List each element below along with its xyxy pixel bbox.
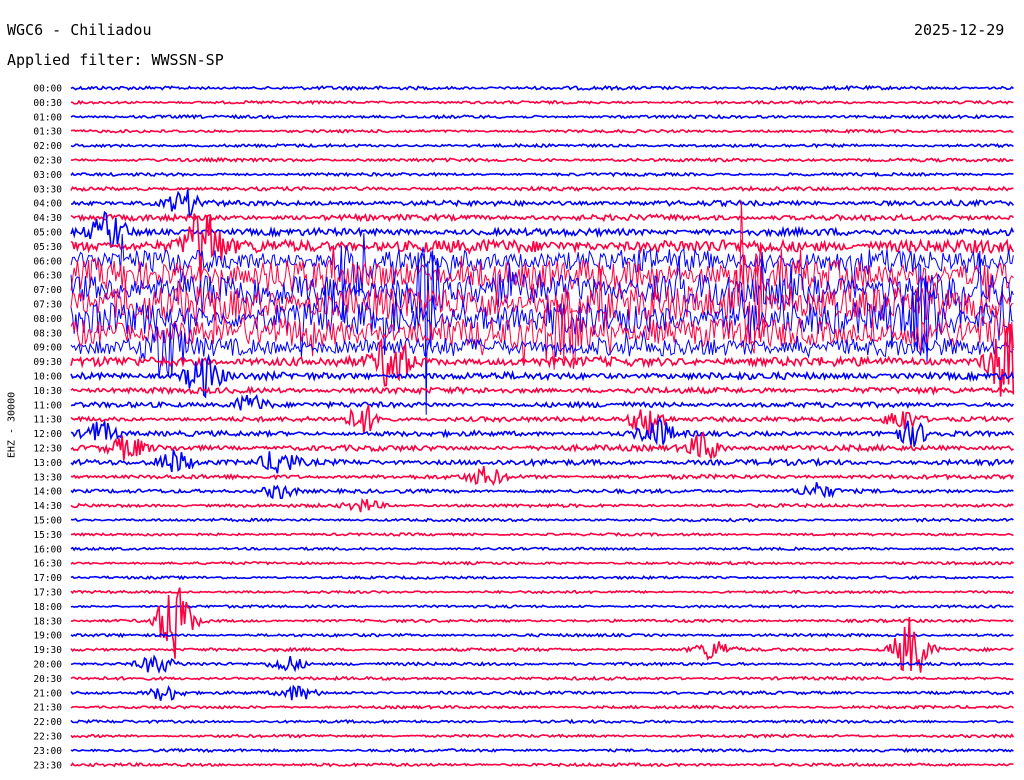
time-label-1930: 19:30 <box>33 645 62 656</box>
time-label-0600: 06:00 <box>33 256 62 267</box>
time-label-0330: 03:30 <box>33 184 62 195</box>
trace-row-2130 <box>70 704 1014 710</box>
time-label-0930: 09:30 <box>33 357 62 368</box>
time-label-1130: 11:30 <box>33 415 62 426</box>
trace-row-1300 <box>70 449 1015 474</box>
trace-row-2300 <box>70 747 1014 754</box>
trace-row-1630 <box>70 560 1014 566</box>
time-label-1630: 16:30 <box>33 559 62 570</box>
trace-row-1400 <box>70 482 1014 500</box>
time-label-2030: 20:30 <box>33 674 62 685</box>
trace-row-1530 <box>71 531 1014 538</box>
time-label-1000: 10:00 <box>33 372 62 383</box>
trace-row-2330 <box>70 761 1014 768</box>
trace-row-0000 <box>70 84 1014 92</box>
time-label-1200: 12:00 <box>33 429 62 440</box>
time-label-1430: 14:30 <box>33 501 62 512</box>
trace-row-0030 <box>71 99 1014 106</box>
time-label-0200: 02:00 <box>33 141 62 152</box>
time-label-0500: 05:00 <box>33 228 62 239</box>
trace-row-2030 <box>70 675 1014 682</box>
time-label-1600: 16:00 <box>33 544 62 555</box>
time-label-2330: 23:30 <box>33 760 62 771</box>
time-label-0730: 07:30 <box>33 300 62 311</box>
trace-row-1030 <box>70 385 1014 396</box>
trace-row-0400 <box>71 189 1015 218</box>
time-label-0430: 04:30 <box>33 213 62 224</box>
trace-row-1200 <box>70 417 1015 447</box>
time-label-1300: 13:00 <box>33 458 62 469</box>
trace-row-1900 <box>70 632 1014 639</box>
trace-row-0330 <box>70 185 1014 193</box>
trace-row-0130 <box>70 128 1014 135</box>
trace-row-1230 <box>70 430 1014 461</box>
time-label-1100: 11:00 <box>33 400 62 411</box>
time-label-0100: 01:00 <box>33 112 62 123</box>
time-label-1330: 13:30 <box>33 472 62 483</box>
time-label-0400: 04:00 <box>33 199 62 210</box>
trace-row-1700 <box>70 574 1014 581</box>
trace-row-0200 <box>70 142 1014 149</box>
time-label-1700: 17:00 <box>33 573 62 584</box>
helicorder-plot: 00:00 00:30 01:00 01:30 02:00 02:30 03:00 03:30… <box>33 84 1015 772</box>
trace-row-1100 <box>70 393 1015 411</box>
time-label-1730: 17:30 <box>33 588 62 599</box>
time-label-1230: 12:30 <box>33 444 62 455</box>
trace-row-1330 <box>70 465 1015 487</box>
time-label-2200: 22:00 <box>33 717 62 728</box>
trace-row-0230 <box>71 156 1014 164</box>
traces <box>70 84 1015 768</box>
time-label-0230: 02:30 <box>33 156 62 167</box>
time-label-1500: 15:00 <box>33 516 62 527</box>
time-label-1030: 10:30 <box>33 386 62 397</box>
trace-row-2000 <box>70 654 1014 675</box>
trace-row-1500 <box>70 517 1014 523</box>
time-label-0830: 08:30 <box>33 328 62 339</box>
trace-row-0100 <box>70 113 1014 120</box>
time-label-1900: 19:00 <box>33 631 62 642</box>
trace-row-0430 <box>70 212 1014 223</box>
time-label-2000: 20:00 <box>33 660 62 671</box>
time-label-0630: 06:30 <box>33 271 62 282</box>
time-labels: 00:00 00:30 01:00 01:30 02:00 02:30 03:00 03:30… <box>33 84 62 772</box>
time-label-0000: 00:00 <box>33 84 62 95</box>
trace-row-2100 <box>70 684 1015 701</box>
time-label-2300: 23:00 <box>33 746 62 757</box>
time-label-1530: 15:30 <box>33 530 62 541</box>
time-label-1400: 14:00 <box>33 487 62 498</box>
time-label-1800: 18:00 <box>33 602 62 613</box>
trace-row-1800 <box>70 604 1014 609</box>
time-label-2130: 21:30 <box>33 703 62 714</box>
time-label-2100: 21:00 <box>33 688 62 699</box>
time-label-2230: 22:30 <box>33 732 62 743</box>
trace-row-1730 <box>70 589 1015 595</box>
trace-row-1130 <box>70 404 1014 436</box>
time-label-0800: 08:00 <box>33 314 62 325</box>
time-label-0700: 07:00 <box>33 285 62 296</box>
time-label-0530: 05:30 <box>33 242 62 253</box>
time-label-0300: 03:00 <box>33 170 62 181</box>
trace-row-1430 <box>70 497 1014 513</box>
time-label-0030: 00:30 <box>33 98 62 109</box>
trace-row-0300 <box>70 171 1014 178</box>
time-label-1830: 18:30 <box>33 616 62 627</box>
time-label-0130: 01:30 <box>33 127 62 138</box>
trace-row-2230 <box>70 733 1015 739</box>
trace-row-1600 <box>70 546 1014 552</box>
trace-row-2200 <box>70 718 1014 725</box>
time-label-0900: 09:00 <box>33 343 62 354</box>
